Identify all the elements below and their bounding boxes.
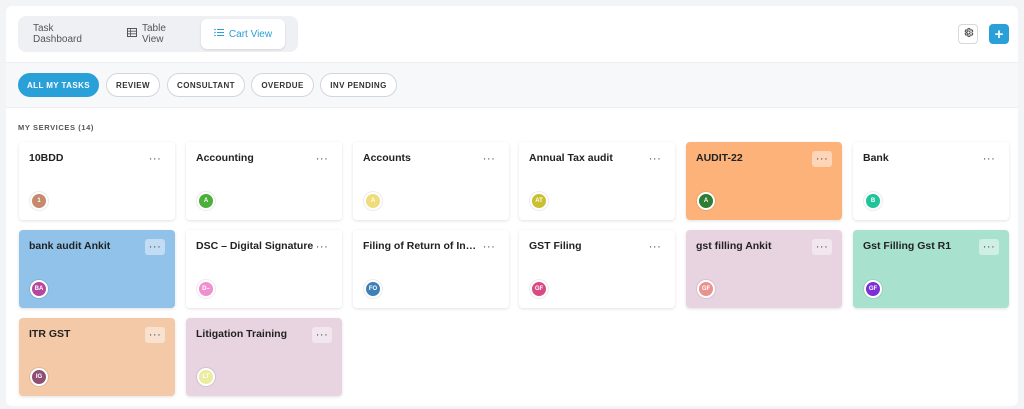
filter-overdue[interactable]: OVERDUE [251,73,314,97]
service-card[interactable]: DSC – Digital Signature ··· D– [186,230,342,308]
avatar: IG [30,368,48,386]
service-card[interactable]: Bank ··· B [853,142,1009,220]
card-title: Bank [863,152,889,164]
card-title: gst filling Ankit [696,240,772,252]
gear-icon [963,27,974,41]
tab-cart-view[interactable]: Cart View [201,19,285,49]
card-title: GST Filing [529,240,582,252]
filter-label: INV PENDING [330,80,387,90]
avatar: A [697,192,715,210]
card-title: bank audit Ankit [29,240,111,252]
service-card[interactable]: 10BDD ··· 1 [19,142,175,220]
add-button[interactable]: + [989,24,1009,44]
service-card[interactable]: AUDIT-22 ··· A [686,142,842,220]
card-title: Litigation Training [196,328,287,340]
tab-label: Task Dashboard [33,23,82,45]
card-title: DSC – Digital Signature [196,240,314,252]
service-card[interactable]: gst filling Ankit ··· GF [686,230,842,308]
filter-review[interactable]: REVIEW [106,73,160,97]
filter-all-my-tasks[interactable]: ALL MY TASKS [18,73,99,97]
plus-icon: + [994,25,1004,43]
card-title: Annual Tax audit [529,152,613,164]
more-options-icon[interactable]: ··· [979,239,999,255]
filter-label: OVERDUE [261,80,304,90]
service-card[interactable]: Filing of Return of Income ··· FO [353,230,509,308]
avatar: A [364,192,382,210]
more-options-icon[interactable]: ··· [479,239,499,255]
card-title: Accounting [196,152,254,164]
more-options-icon[interactable]: ··· [145,239,165,255]
avatar: GF [530,280,548,298]
service-card[interactable]: bank audit Ankit ··· BA [19,230,175,308]
avatar: A [197,192,215,210]
service-card[interactable]: ITR GST ··· IG [19,318,175,396]
more-options-icon[interactable]: ··· [812,151,832,167]
section-title: MY SERVICES (14) [18,123,95,132]
card-title: Filing of Return of Income [363,240,481,252]
service-card[interactable]: Accounts ··· A [353,142,509,220]
service-card[interactable]: Annual Tax audit ··· AT [519,142,675,220]
avatar: D– [197,280,215,298]
avatar: LT [197,368,215,386]
avatar: GF [697,280,715,298]
more-options-icon[interactable]: ··· [312,327,332,343]
settings-button[interactable] [958,24,978,44]
avatar: BA [30,280,48,298]
app-frame: Task Dashboard Table View Cart View + AL… [6,6,1018,406]
filter-consultant[interactable]: CONSULTANT [167,73,245,97]
tab-label: Table View [142,23,166,45]
more-options-icon[interactable]: ··· [812,239,832,255]
card-title: AUDIT-22 [696,152,743,164]
more-options-icon[interactable]: ··· [145,151,165,167]
card-title: Accounts [363,152,411,164]
card-title: ITR GST [29,328,71,340]
more-options-icon[interactable]: ··· [645,151,665,167]
card-title: 10BDD [29,152,64,164]
service-card[interactable]: Gst Filling Gst R1 ··· GF [853,230,1009,308]
more-options-icon[interactable]: ··· [479,151,499,167]
filter-inv-pending[interactable]: INV PENDING [320,73,397,97]
service-card[interactable]: GST Filing ··· GF [519,230,675,308]
avatar: B [864,192,882,210]
more-options-icon[interactable]: ··· [312,151,332,167]
filter-label: CONSULTANT [177,80,235,90]
service-card[interactable]: Litigation Training ··· LT [186,318,342,396]
avatar: GF [864,280,882,298]
tab-table-view[interactable]: Table View [115,19,201,49]
card-title: Gst Filling Gst R1 [863,240,952,252]
tab-task-dashboard[interactable]: Task Dashboard [21,19,115,49]
list-icon [214,28,224,40]
avatar: 1 [30,192,48,210]
more-options-icon[interactable]: ··· [645,239,665,255]
more-options-icon[interactable]: ··· [145,327,165,343]
avatar: AT [530,192,548,210]
filter-label: REVIEW [116,80,150,90]
view-switcher: Task Dashboard Table View Cart View [18,16,298,52]
service-card[interactable]: Accounting ··· A [186,142,342,220]
avatar: FO [364,280,382,298]
top-bar: Task Dashboard Table View Cart View + [6,6,1018,62]
filter-label: ALL MY TASKS [26,80,91,90]
more-options-icon[interactable]: ··· [979,151,999,167]
filter-bar: ALL MY TASKS REVIEW CONSULTANT OVERDUE I… [6,62,1018,108]
more-options-icon[interactable]: ··· [312,239,332,255]
tab-label: Cart View [228,28,273,40]
table-icon [127,28,137,40]
